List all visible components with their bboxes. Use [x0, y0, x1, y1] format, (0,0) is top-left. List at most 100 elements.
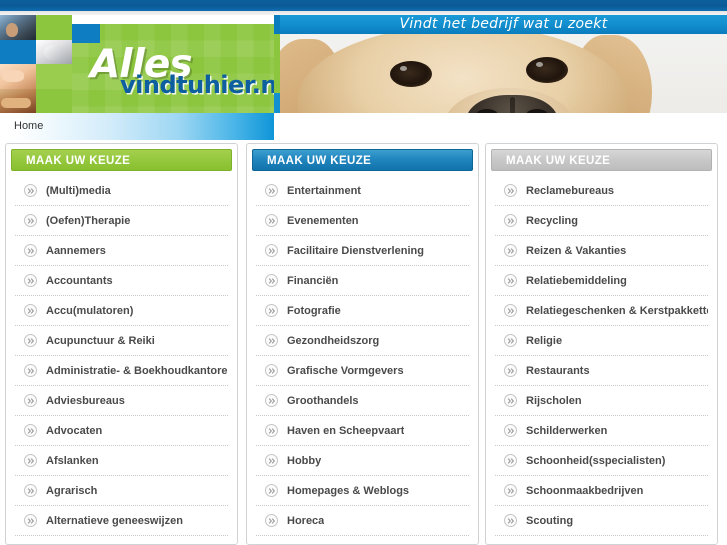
category-list-item[interactable]: Facilitaire Dienstverlening	[256, 236, 469, 266]
category-list-item-label: Recycling	[526, 214, 578, 227]
category-list-item[interactable]: Rijscholen	[495, 386, 708, 416]
category-list-item[interactable]: Recycling	[495, 206, 708, 236]
category-list-item-label: Scouting	[526, 514, 574, 527]
double-chevron-right-icon	[265, 274, 278, 287]
double-chevron-right-icon	[265, 184, 278, 197]
double-chevron-right-icon	[24, 364, 37, 377]
category-list-item-label: Afslanken	[46, 454, 99, 467]
category-list-item[interactable]: (Oefen)Therapie	[15, 206, 228, 236]
category-list-item[interactable]: Reclamebureaus	[495, 176, 708, 206]
category-list-item-label: Facilitaire Dienstverlening	[287, 244, 424, 257]
double-chevron-right-icon	[24, 394, 37, 407]
category-list-item[interactable]: Grafische Vormgevers	[256, 356, 469, 386]
double-chevron-right-icon	[265, 364, 278, 377]
category-list-item[interactable]: Hobby	[256, 446, 469, 476]
double-chevron-right-icon	[24, 424, 37, 437]
column-3-list: Reclamebureaus Recycling Reizen & Vakantie…	[495, 171, 708, 544]
category-list-item-label: Schilderwerken	[526, 424, 608, 437]
category-list-item[interactable]: Gezondheidszorg	[256, 326, 469, 356]
double-chevron-right-icon	[24, 244, 37, 257]
logo-wordmark: Alles vindtuhier.nl	[72, 24, 274, 113]
double-chevron-right-icon	[265, 334, 278, 347]
category-list-item-label: Advocaten	[46, 424, 103, 437]
category-list-item[interactable]: Advocaten	[15, 416, 228, 446]
category-list-item[interactable]: Haven en Scheepvaart	[256, 416, 469, 446]
category-list-item-label: Religie	[526, 334, 563, 347]
category-list-item[interactable]: Fotografie	[256, 296, 469, 326]
category-list-item[interactable]: Financiën	[256, 266, 469, 296]
category-list-item[interactable]: Relatiegeschenken & Kerstpakketten	[495, 296, 708, 326]
double-chevron-right-icon	[504, 184, 517, 197]
page-root: Alles vindtuhier.nl Vindt het bedrijf wa…	[0, 0, 727, 545]
category-list-item-label: Hobby	[287, 454, 322, 467]
column-1-header: MAAK UW KEUZE	[11, 149, 232, 171]
category-list-item-label: Homepages & Weblogs	[287, 484, 410, 497]
category-list-item[interactable]: Adviesbureaus	[15, 386, 228, 416]
category-list-item[interactable]: Accountants	[15, 266, 228, 296]
category-list-item-label: Adviesbureaus	[46, 394, 125, 407]
category-list-item[interactable]: Scouting	[495, 506, 708, 536]
double-chevron-right-icon	[24, 454, 37, 467]
category-list-item[interactable]: Horeca	[256, 506, 469, 536]
category-list-item-label: Relatiegeschenken & Kerstpakketten	[526, 304, 708, 317]
double-chevron-right-icon	[24, 514, 37, 527]
main-nav: Home	[0, 113, 274, 140]
double-chevron-right-icon	[504, 394, 517, 407]
category-list-item-label: Relatiebemiddeling	[526, 274, 627, 287]
double-chevron-right-icon	[24, 214, 37, 227]
category-list-item[interactable]: Accu(mulatoren)	[15, 296, 228, 326]
column-2-list: Entertainment Evenementen Facilitaire Dien…	[256, 171, 469, 544]
category-list-item[interactable]: Afslanken	[15, 446, 228, 476]
mosaic-tile-blue	[0, 39, 36, 64]
category-list-item-label: Schoonheid(sspecialisten)	[526, 454, 666, 467]
category-list-item[interactable]: Homepages & Weblogs	[256, 476, 469, 506]
category-column-2: MAAK UW KEUZE Entertainment Evenementen Fa…	[246, 143, 479, 545]
double-chevron-right-icon	[504, 244, 517, 257]
category-list-item-label: Reclamebureaus	[526, 184, 615, 197]
category-list-item-label: Horeca	[287, 514, 325, 527]
nav-filler	[274, 113, 727, 140]
category-columns: MAAK UW KEUZE (Multi)media (Oefen)Therapi…	[0, 143, 727, 545]
column-3-header: MAAK UW KEUZE	[491, 149, 712, 171]
nav-item-home[interactable]: Home	[14, 113, 43, 140]
double-chevron-right-icon	[265, 304, 278, 317]
category-list-item-label: (Multi)media	[46, 184, 111, 197]
category-list-item[interactable]: Acupunctuur & Reiki	[15, 326, 228, 356]
double-chevron-right-icon	[24, 274, 37, 287]
category-list-item[interactable]: Aannemers	[15, 236, 228, 266]
category-list-item-label: Alternatieve geneeswijzen	[46, 514, 183, 527]
category-list-item[interactable]: Groothandels	[256, 386, 469, 416]
category-list-item[interactable]: Schilderwerken	[495, 416, 708, 446]
category-list-item[interactable]: Evenementen	[256, 206, 469, 236]
category-list-item[interactable]: Schoonheid(sspecialisten)	[495, 446, 708, 476]
double-chevron-right-icon	[504, 424, 517, 437]
site-logo[interactable]: Alles vindtuhier.nl	[72, 24, 274, 113]
category-list-item-label: Administratie- & Boekhoudkantoren	[46, 364, 228, 377]
category-list-item[interactable]: Restaurants	[495, 356, 708, 386]
category-list-item-label: Entertainment	[287, 184, 361, 197]
category-list-item[interactable]: Agrarisch	[15, 476, 228, 506]
category-list-item-label: Schoonmaakbedrijven	[526, 484, 644, 497]
hero-banner: Vindt het bedrijf wat u zoekt	[274, 15, 727, 128]
category-list-item-label: Reizen & Vakanties	[526, 244, 627, 257]
category-list-item[interactable]: Alternatieve geneeswijzen	[15, 506, 228, 536]
site-header: Alles vindtuhier.nl Vindt het bedrijf wa…	[0, 15, 727, 128]
category-list-item[interactable]: Schoonmaakbedrijven	[495, 476, 708, 506]
category-list-item[interactable]: Reizen & Vakanties	[495, 236, 708, 266]
category-column-1: MAAK UW KEUZE (Multi)media (Oefen)Therapi…	[5, 143, 238, 545]
photo-mosaic	[0, 15, 72, 113]
category-list-item[interactable]: Religie	[495, 326, 708, 356]
category-list-item[interactable]: Administratie- & Boekhoudkantoren	[15, 356, 228, 386]
category-list-item[interactable]: Relatiebemiddeling	[495, 266, 708, 296]
category-list-item[interactable]: (Multi)media	[15, 176, 228, 206]
category-list-item[interactable]: Hotels	[256, 536, 469, 544]
category-list-item-label: Fotografie	[287, 304, 341, 317]
category-list-item-label: Evenementen	[287, 214, 359, 227]
category-list-item[interactable]: Ambassades & Consulaten	[15, 536, 228, 544]
category-list-item[interactable]: Secretariaat	[495, 536, 708, 544]
mosaic-tile-green-2	[36, 64, 72, 89]
double-chevron-right-icon	[265, 424, 278, 437]
mosaic-tile-green	[36, 15, 72, 40]
category-list-item-label: Rijscholen	[526, 394, 582, 407]
category-list-item[interactable]: Entertainment	[256, 176, 469, 206]
